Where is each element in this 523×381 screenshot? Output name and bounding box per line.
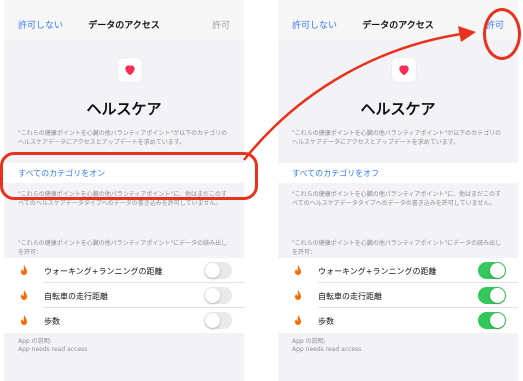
allow-button[interactable]: 許可 [212,18,230,31]
switch-knob [205,313,220,328]
heart-icon [125,65,135,76]
item-label: ウォーキング+ランニングの距離 [44,267,163,276]
turn-all-categories-off-button[interactable]: すべてのカテゴリをオフ [278,163,518,183]
app-name: ヘルスケア [86,100,162,118]
toggle-switch[interactable] [204,287,232,304]
app-name: ヘルスケア [360,100,436,118]
item-label: 歩数 [318,317,334,326]
navigation-bar: 許可しない データのアクセス 許可 [278,0,518,40]
write-permission-description: "これらの健康ポイントを心臓の他パランティアポイント"に、他はまだこのすべてのヘ… [292,191,501,207]
flame-icon [21,289,27,300]
toggle-switch[interactable] [204,262,232,279]
flame-icon [21,264,27,275]
switch-knob [205,288,220,303]
access-description: "これらの健康ポイントを心臓の他バランティアポイント"が以下のカテゴリのヘルスケ… [18,130,228,146]
highlight-box [0,152,258,200]
read-permission-description: "これらの健康ポイントを心臓の他パランティアポイント"にデータの読み出しを許可： [292,240,502,256]
navigation-bar: 許可しない データのアクセス 許可 [4,0,244,40]
switch-knob [490,313,505,328]
list-item: 自転車の走行距離 [4,283,244,308]
toggle-switch[interactable] [478,312,506,329]
flame-icon [295,289,301,300]
list-item: 歩数 [4,308,244,333]
item-label: 自転車の走行距離 [318,292,382,301]
item-label: 歩数 [44,317,60,326]
switch-knob [490,263,505,278]
switch-knob [490,288,505,303]
flame-icon [21,314,27,325]
list-item: 歩数 [278,308,518,333]
toggle-switch[interactable] [478,287,506,304]
health-app-icon [392,58,416,82]
list-item: ウォーキング+ランニングの距離 [4,258,244,283]
toggle-all-label: すべてのカテゴリをオフ [292,169,380,178]
flame-icon [295,314,301,325]
list-item: ウォーキング+ランニングの距離 [278,258,518,283]
switch-knob [205,263,220,278]
category-list: ウォーキング+ランニングの距離 自転車の走行距離 歩数 [4,258,244,333]
highlight-circle [483,8,521,60]
app-description: App の説明: App needs read access [18,338,88,353]
health-access-screen-after: 許可しない データのアクセス 許可 ヘルスケア "これらの健康ポイントを心臓の他… [278,0,518,381]
item-label: 自転車の走行距離 [44,292,108,301]
category-list: ウォーキング+ランニングの距離 自転車の走行距離 歩数 [278,258,518,333]
item-label: ウォーキング+ランニングの距離 [318,267,437,276]
health-app-icon [118,58,142,82]
flame-icon [295,264,301,275]
app-description: App の説明: App needs read access [292,338,362,353]
toggle-switch[interactable] [204,312,232,329]
toggle-switch[interactable] [478,262,506,279]
heart-icon [399,65,409,76]
nav-title: データのアクセス [362,21,434,31]
list-item: 自転車の走行距離 [278,283,518,308]
access-description: "これらの健康ポイントを心臓の他バランティアポイント"が以下のカテゴリのヘルスケ… [292,130,502,146]
nav-title: データのアクセス [88,21,160,31]
read-permission-description: "これらの健康ポイントを心臓の他パランティアポイント"にデータの読み出しを許可： [18,240,228,256]
